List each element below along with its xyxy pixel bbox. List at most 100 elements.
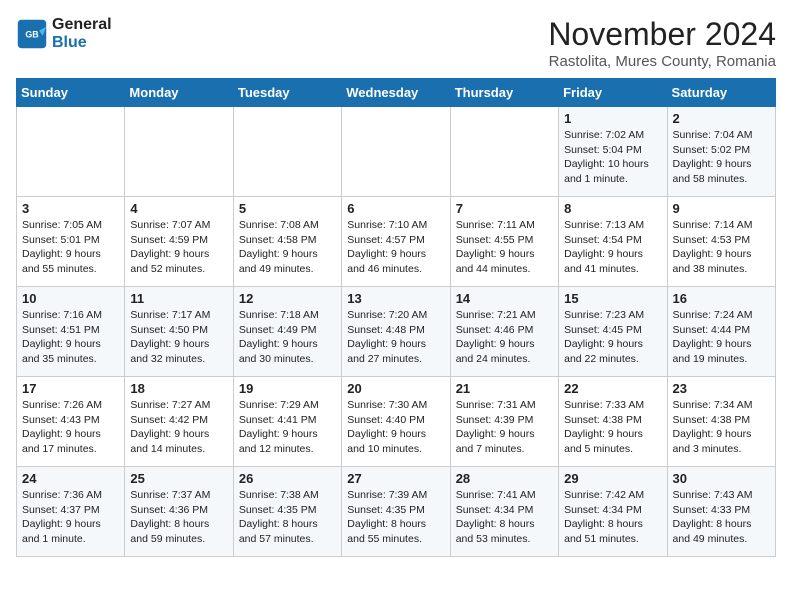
day-cell: 1 Sunrise: 7:02 AM Sunset: 5:04 PM Daylig… [559, 107, 667, 197]
day-number: 13 [347, 291, 444, 306]
day-number: 23 [673, 381, 770, 396]
day-cell [125, 107, 233, 197]
weekday-header-wednesday: Wednesday [342, 79, 450, 107]
day-info: Sunrise: 7:18 AM Sunset: 4:49 PM Dayligh… [239, 308, 336, 367]
day-cell: 26 Sunrise: 7:38 AM Sunset: 4:35 PM Dayli… [233, 467, 341, 557]
week-row-5: 24 Sunrise: 7:36 AM Sunset: 4:37 PM Dayli… [17, 467, 776, 557]
day-number: 2 [673, 111, 770, 126]
logo-line1: General [52, 16, 112, 34]
day-number: 26 [239, 471, 336, 486]
day-cell: 30 Sunrise: 7:43 AM Sunset: 4:33 PM Dayli… [667, 467, 775, 557]
day-cell: 17Sunrise: 7:26 AM Sunset: 4:43 PM Dayli… [17, 377, 125, 467]
day-cell: 28Sunrise: 7:41 AM Sunset: 4:34 PM Dayli… [450, 467, 558, 557]
day-number: 15 [564, 291, 661, 306]
day-info: Sunrise: 7:36 AM Sunset: 4:37 PM Dayligh… [22, 488, 119, 547]
day-info: Sunrise: 7:43 AM Sunset: 4:33 PM Dayligh… [673, 488, 770, 547]
day-info: Sunrise: 7:33 AM Sunset: 4:38 PM Dayligh… [564, 398, 661, 457]
day-info: Sunrise: 7:13 AM Sunset: 4:54 PM Dayligh… [564, 218, 661, 277]
day-info: Sunrise: 7:14 AM Sunset: 4:53 PM Dayligh… [673, 218, 770, 277]
day-cell: 24 Sunrise: 7:36 AM Sunset: 4:37 PM Dayli… [17, 467, 125, 557]
day-cell: 10 Sunrise: 7:16 AM Sunset: 4:51 PM Dayli… [17, 287, 125, 377]
day-number: 1 [564, 111, 661, 126]
day-info: Sunrise: 7:17 AM Sunset: 4:50 PM Dayligh… [130, 308, 227, 367]
day-number: 10 [22, 291, 119, 306]
day-number: 12 [239, 291, 336, 306]
day-cell: 9 Sunrise: 7:14 AM Sunset: 4:53 PM Daylig… [667, 197, 775, 287]
day-info: Sunrise: 7:38 AM Sunset: 4:35 PM Dayligh… [239, 488, 336, 547]
day-info: Sunrise: 7:23 AM Sunset: 4:45 PM Dayligh… [564, 308, 661, 367]
calendar-table: SundayMondayTuesdayWednesdayThursdayFrid… [16, 78, 776, 557]
day-info: Sunrise: 7:11 AM Sunset: 4:55 PM Dayligh… [456, 218, 553, 277]
day-number: 28 [456, 471, 553, 486]
day-number: 21 [456, 381, 553, 396]
day-cell: 25Sunrise: 7:37 AM Sunset: 4:36 PM Dayli… [125, 467, 233, 557]
day-cell [450, 107, 558, 197]
day-info: Sunrise: 7:24 AM Sunset: 4:44 PM Dayligh… [673, 308, 770, 367]
month-title: November 2024 [548, 16, 776, 53]
day-cell: 13 Sunrise: 7:20 AM Sunset: 4:48 PM Dayli… [342, 287, 450, 377]
day-info: Sunrise: 7:42 AM Sunset: 4:34 PM Dayligh… [564, 488, 661, 547]
day-info: Sunrise: 7:16 AM Sunset: 4:51 PM Dayligh… [22, 308, 119, 367]
day-number: 7 [456, 201, 553, 216]
day-number: 30 [673, 471, 770, 486]
day-number: 20 [347, 381, 444, 396]
weekday-header-friday: Friday [559, 79, 667, 107]
day-info: Sunrise: 7:08 AM Sunset: 4:58 PM Dayligh… [239, 218, 336, 277]
day-number: 11 [130, 291, 227, 306]
location-title: Rastolita, Mures County, Romania [548, 53, 776, 70]
day-cell: 15 Sunrise: 7:23 AM Sunset: 4:45 PM Dayli… [559, 287, 667, 377]
logo-line2: Blue [52, 34, 112, 52]
day-number: 24 [22, 471, 119, 486]
day-cell: 20 Sunrise: 7:30 AM Sunset: 4:40 PM Dayli… [342, 377, 450, 467]
day-cell [342, 107, 450, 197]
day-info: Sunrise: 7:30 AM Sunset: 4:40 PM Dayligh… [347, 398, 444, 457]
day-number: 14 [456, 291, 553, 306]
logo-icon: GB [16, 18, 48, 50]
day-cell: 8 Sunrise: 7:13 AM Sunset: 4:54 PM Daylig… [559, 197, 667, 287]
day-info: Sunrise: 7:29 AM Sunset: 4:41 PM Dayligh… [239, 398, 336, 457]
day-cell: 14 Sunrise: 7:21 AM Sunset: 4:46 PM Dayli… [450, 287, 558, 377]
weekday-header-tuesday: Tuesday [233, 79, 341, 107]
week-row-2: 3 Sunrise: 7:05 AM Sunset: 5:01 PM Daylig… [17, 197, 776, 287]
day-info: Sunrise: 7:10 AM Sunset: 4:57 PM Dayligh… [347, 218, 444, 277]
day-cell: 6 Sunrise: 7:10 AM Sunset: 4:57 PM Daylig… [342, 197, 450, 287]
day-cell: 21Sunrise: 7:31 AM Sunset: 4:39 PM Dayli… [450, 377, 558, 467]
day-info: Sunrise: 7:39 AM Sunset: 4:35 PM Dayligh… [347, 488, 444, 547]
day-cell: 27 Sunrise: 7:39 AM Sunset: 4:35 PM Dayli… [342, 467, 450, 557]
day-info: Sunrise: 7:21 AM Sunset: 4:46 PM Dayligh… [456, 308, 553, 367]
day-cell: 23Sunrise: 7:34 AM Sunset: 4:38 PM Dayli… [667, 377, 775, 467]
logo: GB General Blue [16, 16, 112, 51]
day-info: Sunrise: 7:26 AM Sunset: 4:43 PM Dayligh… [22, 398, 119, 457]
day-number: 9 [673, 201, 770, 216]
weekday-header-saturday: Saturday [667, 79, 775, 107]
day-cell: 3 Sunrise: 7:05 AM Sunset: 5:01 PM Daylig… [17, 197, 125, 287]
week-row-4: 17Sunrise: 7:26 AM Sunset: 4:43 PM Dayli… [17, 377, 776, 467]
weekday-header-sunday: Sunday [17, 79, 125, 107]
day-number: 16 [673, 291, 770, 306]
day-number: 25 [130, 471, 227, 486]
day-cell: 29Sunrise: 7:42 AM Sunset: 4:34 PM Dayli… [559, 467, 667, 557]
day-number: 19 [239, 381, 336, 396]
day-cell: 11 Sunrise: 7:17 AM Sunset: 4:50 PM Dayli… [125, 287, 233, 377]
weekday-header-monday: Monday [125, 79, 233, 107]
day-number: 18 [130, 381, 227, 396]
day-info: Sunrise: 7:07 AM Sunset: 4:59 PM Dayligh… [130, 218, 227, 277]
day-cell: 7 Sunrise: 7:11 AM Sunset: 4:55 PM Daylig… [450, 197, 558, 287]
day-number: 6 [347, 201, 444, 216]
svg-text:GB: GB [25, 29, 38, 39]
day-cell [233, 107, 341, 197]
day-number: 27 [347, 471, 444, 486]
week-row-1: 1 Sunrise: 7:02 AM Sunset: 5:04 PM Daylig… [17, 107, 776, 197]
day-cell: 2 Sunrise: 7:04 AM Sunset: 5:02 PM Daylig… [667, 107, 775, 197]
day-info: Sunrise: 7:27 AM Sunset: 4:42 PM Dayligh… [130, 398, 227, 457]
day-cell [17, 107, 125, 197]
day-cell: 12 Sunrise: 7:18 AM Sunset: 4:49 PM Dayli… [233, 287, 341, 377]
day-info: Sunrise: 7:20 AM Sunset: 4:48 PM Dayligh… [347, 308, 444, 367]
day-info: Sunrise: 7:02 AM Sunset: 5:04 PM Dayligh… [564, 128, 661, 187]
day-number: 8 [564, 201, 661, 216]
day-info: Sunrise: 7:05 AM Sunset: 5:01 PM Dayligh… [22, 218, 119, 277]
day-cell: 4Sunrise: 7:07 AM Sunset: 4:59 PM Daylig… [125, 197, 233, 287]
day-number: 3 [22, 201, 119, 216]
day-info: Sunrise: 7:04 AM Sunset: 5:02 PM Dayligh… [673, 128, 770, 187]
title-area: November 2024 Rastolita, Mures County, R… [548, 16, 776, 70]
